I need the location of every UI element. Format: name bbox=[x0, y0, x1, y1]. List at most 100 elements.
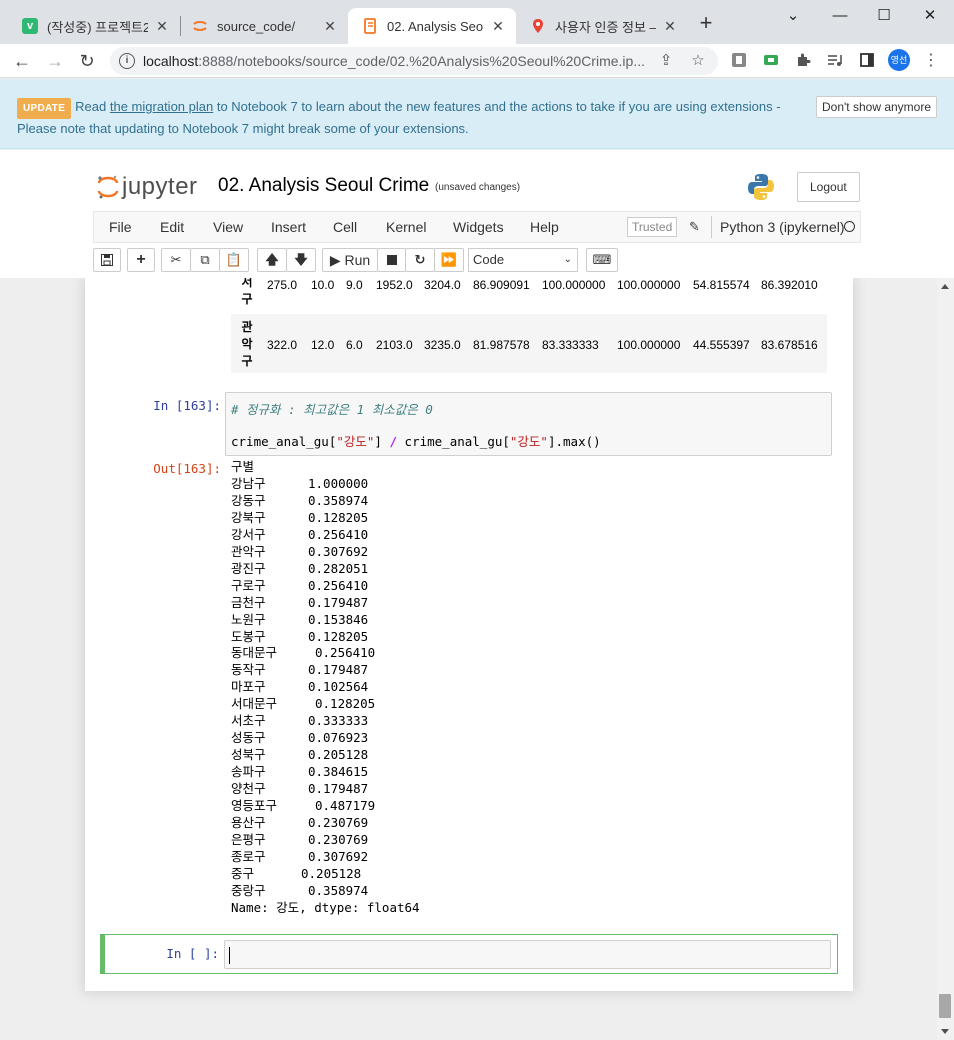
profile-avatar[interactable]: 영선 bbox=[888, 49, 910, 71]
kernel-name[interactable]: Python 3 (ipykernel) bbox=[720, 219, 845, 235]
move-up-icon[interactable]: 🡅 bbox=[257, 248, 287, 272]
menu-cell[interactable]: Cell bbox=[333, 219, 357, 235]
district-name: 양천구 bbox=[231, 781, 266, 797]
edit-pencil-icon[interactable]: ✎ bbox=[689, 219, 700, 235]
menu-file[interactable]: File bbox=[109, 219, 132, 235]
vertical-scrollbar[interactable] bbox=[937, 278, 954, 1040]
browser-toolbar: ← → ↻ i localhost:8888/notebooks/source_… bbox=[0, 44, 954, 78]
district-name: 용산구 bbox=[231, 815, 266, 831]
output-row: 강서구 0.256410 bbox=[231, 527, 420, 544]
save-status: (unsaved changes) bbox=[435, 182, 521, 193]
menu-view[interactable]: View bbox=[213, 219, 243, 235]
district-name: 금천구 bbox=[231, 594, 266, 610]
code-comment: # 정규화 : 최고값은 1 최소값은 0 bbox=[231, 402, 433, 417]
trusted-indicator[interactable]: Trusted bbox=[627, 217, 678, 237]
move-down-icon[interactable]: 🡇 bbox=[286, 248, 316, 272]
dataframe-cell: 10.0 bbox=[311, 278, 335, 292]
district-name: 서초구 bbox=[231, 713, 266, 729]
dataframe-cell: 81.987578 bbox=[473, 338, 530, 352]
back-icon[interactable]: ← bbox=[10, 49, 34, 73]
logout-button[interactable]: Logout bbox=[797, 172, 860, 202]
close-tab-icon[interactable]: ✕ bbox=[154, 18, 170, 35]
dataframe-cell: 3235.0 bbox=[424, 338, 461, 352]
selected-empty-cell[interactable]: In [ ]: bbox=[100, 934, 838, 974]
copy-icon[interactable]: ⧉ bbox=[190, 248, 220, 272]
jupyter-logo[interactable]: jupyter bbox=[97, 172, 198, 202]
maximize-icon[interactable]: ☐ bbox=[870, 4, 898, 28]
save-icon[interactable] bbox=[93, 248, 121, 272]
menu-edit[interactable]: Edit bbox=[160, 219, 184, 235]
dataframe-cell: 54.815574 bbox=[693, 278, 750, 292]
close-tab-icon[interactable]: ✕ bbox=[490, 18, 506, 35]
restart-run-all-icon[interactable]: ⏩ bbox=[434, 248, 464, 272]
interrupt-stop-icon[interactable] bbox=[377, 248, 406, 272]
minimize-icon[interactable]: — bbox=[826, 4, 854, 28]
district-name: 동작구 bbox=[231, 662, 266, 678]
browser-tab-draft[interactable]: v (작성중) 프로젝트2 ✕ bbox=[8, 8, 180, 44]
scrollbar-thumb[interactable] bbox=[939, 994, 951, 1018]
tab-search-icon[interactable]: ⌄ bbox=[779, 4, 807, 28]
browser-tab-auth[interactable]: 사용자 인증 정보 – ✕ bbox=[516, 8, 688, 44]
district-name: 중구 bbox=[231, 865, 255, 881]
cell-type-select[interactable]: Code ⌄ bbox=[468, 248, 578, 272]
close-tab-icon[interactable]: ✕ bbox=[662, 18, 678, 35]
dataframe-cell: 322.0 bbox=[267, 338, 298, 352]
code-editor[interactable]: # 정규화 : 최고값은 1 최소값은 0 crime_anal_gu["강도"… bbox=[225, 392, 832, 456]
output-row: 금천구 0.179487 bbox=[231, 595, 420, 612]
more-menu-icon[interactable]: ⋮ bbox=[922, 52, 940, 70]
site-info-icon[interactable]: i bbox=[119, 53, 135, 69]
extension-green-icon[interactable] bbox=[762, 52, 780, 70]
dataframe-cell: 100.000000 bbox=[617, 278, 681, 292]
menu-help[interactable]: Help bbox=[530, 219, 559, 235]
media-control-icon[interactable] bbox=[826, 52, 844, 70]
address-bar[interactable]: i localhost:8888/notebooks/source_code/0… bbox=[110, 47, 718, 75]
menu-widgets[interactable]: Widgets bbox=[453, 219, 504, 235]
dataframe-cell: 83.678516 bbox=[761, 338, 818, 352]
browser-tab-notebook[interactable]: 02. Analysis Seoul ✕ bbox=[348, 8, 516, 44]
scroll-down-arrow-icon[interactable] bbox=[941, 1029, 949, 1034]
district-value: 0.307692 bbox=[308, 848, 369, 864]
kernel-idle-indicator-icon bbox=[844, 221, 855, 232]
insert-cell-plus-icon[interactable]: + bbox=[127, 248, 155, 272]
dataframe-cell: 6.0 bbox=[346, 338, 363, 352]
output-row: 강남구 1.000000 bbox=[231, 476, 420, 493]
district-value: 0.153846 bbox=[308, 611, 369, 627]
district-name: 은평구 bbox=[231, 831, 266, 847]
output-row: 서대문구 0.128205 bbox=[231, 696, 420, 713]
browser-tab-source-code[interactable]: source_code/ ✕ bbox=[178, 8, 348, 44]
district-name: 동대문구 bbox=[231, 645, 278, 661]
menu-kernel[interactable]: Kernel bbox=[386, 219, 426, 235]
share-icon[interactable]: ⇪ bbox=[656, 51, 676, 71]
menu-insert[interactable]: Insert bbox=[271, 219, 306, 235]
output-row: 서초구 0.333333 bbox=[231, 713, 420, 730]
migration-plan-link[interactable]: the migration plan bbox=[110, 99, 213, 114]
restart-icon[interactable]: ↻ bbox=[405, 248, 435, 272]
new-tab-button[interactable]: + bbox=[694, 12, 718, 36]
scroll-up-arrow-icon[interactable] bbox=[941, 284, 949, 289]
district-name: 구로구 bbox=[231, 577, 266, 593]
output-row: 강동구 0.358974 bbox=[231, 493, 420, 510]
output-row: 중랑구 0.358974 bbox=[231, 883, 420, 900]
empty-code-editor[interactable] bbox=[224, 940, 831, 969]
district-name: 강북구 bbox=[231, 509, 266, 525]
kernel-separator bbox=[711, 216, 712, 238]
side-panel-icon[interactable] bbox=[858, 52, 876, 70]
notebook-scroll-area[interactable]: 서구 275.0 10.0 9.0 1952.0 3204.0 86.909091 100.… bbox=[0, 278, 937, 1040]
browser-tab-strip: v (작성중) 프로젝트2 ✕ source_code/ ✕ 02. Analy… bbox=[0, 0, 954, 44]
close-window-icon[interactable]: ✕ bbox=[916, 4, 944, 28]
extensions-puzzle-icon[interactable] bbox=[794, 52, 812, 70]
close-tab-icon[interactable]: ✕ bbox=[322, 18, 338, 35]
cut-icon[interactable]: ✂ bbox=[161, 248, 191, 272]
text-cursor bbox=[229, 947, 230, 964]
command-palette-keyboard-icon[interactable]: ⌨ bbox=[586, 248, 618, 272]
dont-show-anymore-button[interactable]: Don't show anymore bbox=[816, 96, 938, 118]
forward-icon[interactable]: → bbox=[43, 49, 67, 73]
url-text[interactable]: localhost:8888/notebooks/source_code/02.… bbox=[143, 53, 653, 69]
bookmark-star-icon[interactable]: ☆ bbox=[688, 51, 708, 71]
notebook-title[interactable]: 02. Analysis Seoul Crime bbox=[218, 175, 429, 197]
reload-icon[interactable]: ↻ bbox=[75, 49, 99, 73]
run-button[interactable]: ▶ Run bbox=[322, 248, 378, 272]
paste-icon[interactable]: 📋 bbox=[219, 248, 249, 272]
extension-puzzle-gray-icon[interactable] bbox=[730, 52, 748, 70]
output-row: 마포구 0.102564 bbox=[231, 679, 420, 696]
